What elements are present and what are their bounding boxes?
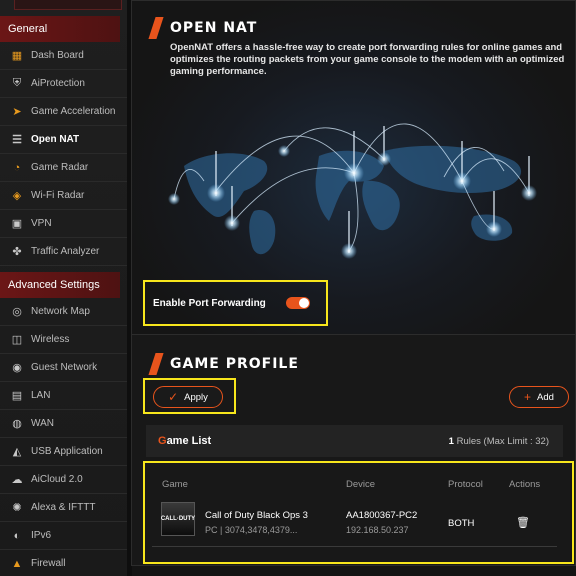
game-list-title: Game List bbox=[158, 435, 212, 447]
sidebar-item-aicloud[interactable]: ☁ AiCloud 2.0 bbox=[0, 466, 127, 494]
wifi-radar-icon: ◈ bbox=[12, 190, 22, 202]
sidebar-item-label: WAN bbox=[31, 418, 54, 429]
row-divider bbox=[152, 546, 557, 547]
sidebar-item-label: Open NAT bbox=[31, 134, 80, 145]
title-accent-bar bbox=[148, 17, 164, 39]
sidebar-item-lan[interactable]: ▤ LAN bbox=[0, 382, 127, 410]
sidebar-item-label: IPv6 bbox=[31, 530, 52, 541]
dashboard-icon: ▦ bbox=[11, 50, 23, 62]
column-header-actions: Actions bbox=[509, 479, 541, 490]
device-ip: 192.168.50.237 bbox=[346, 525, 409, 535]
sidebar-item-game-radar[interactable]: ◔ Game Radar bbox=[0, 154, 127, 182]
sidebar-item-label: Dash Board bbox=[31, 50, 84, 61]
title-accent-bar bbox=[148, 353, 164, 375]
sidebar-item-vpn[interactable]: ▣ VPN bbox=[0, 210, 127, 238]
add-button[interactable]: + Add bbox=[509, 386, 569, 408]
column-header-device: Device bbox=[346, 479, 376, 490]
wan-icon: ◍ bbox=[12, 418, 22, 430]
game-thumbnail: CALL·DUTY bbox=[161, 502, 195, 536]
sidebar-item-label: Game Radar bbox=[31, 162, 89, 173]
aiprotection-icon: ⛨ bbox=[12, 77, 22, 89]
sidebar-item-ipv6[interactable]: ◐ IPv6 bbox=[0, 522, 127, 550]
sidebar-item-label: Wi-Fi Radar bbox=[31, 190, 85, 201]
enable-port-forwarding-label: Enable Port Forwarding bbox=[153, 298, 266, 309]
vpn-icon: ▣ bbox=[11, 218, 23, 230]
cloud-icon: ☁ bbox=[11, 474, 23, 486]
sidebar-item-dashboard[interactable]: ▦ Dash Board bbox=[0, 42, 127, 70]
sidebar-item-aiprotection[interactable]: ⛨ AiProtection bbox=[0, 70, 127, 98]
guest-network-icon: ◉ bbox=[12, 362, 22, 374]
sidebar-item-wireless[interactable]: ◫ Wireless bbox=[0, 326, 127, 354]
sidebar-item-label: Wireless bbox=[31, 334, 70, 345]
usb-icon: ◭ bbox=[12, 446, 22, 458]
open-nat-description: OpenNAT offers a hassle-free way to crea… bbox=[170, 42, 565, 77]
sidebar-item-usb-application[interactable]: ◭ USB Application bbox=[0, 438, 127, 466]
rocket-icon: ➤ bbox=[12, 106, 22, 118]
sidebar-item-wifi-radar[interactable]: ◈ Wi-Fi Radar bbox=[0, 182, 127, 210]
sidebar-section-general: General bbox=[0, 16, 120, 42]
plus-icon: + bbox=[524, 390, 532, 404]
sidebar-top-cap bbox=[14, 0, 122, 10]
sidebar-item-label: Guest Network bbox=[31, 362, 98, 373]
ipv6-icon: ◐ bbox=[13, 529, 21, 542]
sidebar-item-alexa-ifttt[interactable]: ✺ Alexa & IFTTT bbox=[0, 494, 127, 522]
sidebar-item-guest-network[interactable]: ◉ Guest Network bbox=[0, 354, 127, 382]
section-title: GAME PROFILE bbox=[170, 356, 299, 372]
sidebar-item-traffic-analyzer[interactable]: ✤ Traffic Analyzer bbox=[0, 238, 127, 266]
game-name: Call of Duty Black Ops 3 bbox=[205, 510, 308, 521]
sidebar-item-network-map[interactable]: ◎ Network Map bbox=[0, 298, 127, 326]
world-map-illustration bbox=[168, 123, 537, 259]
open-nat-icon: ☰ bbox=[12, 134, 22, 146]
sidebar-item-label: Traffic Analyzer bbox=[31, 246, 100, 257]
wireless-icon: ◫ bbox=[11, 334, 23, 346]
open-nat-panel: OPEN NAT OpenNAT offers a hassle-free wa… bbox=[131, 0, 576, 335]
apply-button[interactable]: ✓ Apply bbox=[153, 386, 223, 408]
sidebar-item-label: USB Application bbox=[31, 446, 103, 457]
column-header-protocol: Protocol bbox=[448, 479, 483, 490]
toggle-knob bbox=[299, 298, 309, 308]
sidebar-item-label: AiProtection bbox=[31, 78, 85, 89]
game-list-header: Game List 1 Rules (Max Limit : 32) bbox=[146, 425, 563, 457]
protocol-value: BOTH bbox=[448, 518, 475, 529]
radar-icon: ◔ bbox=[13, 161, 21, 174]
sidebar-item-open-nat[interactable]: ☰ Open NAT bbox=[0, 126, 127, 154]
traffic-analyzer-icon: ✤ bbox=[12, 246, 22, 258]
game-profile-panel: GAME PROFILE ✓ Apply + Add Game List 1 R… bbox=[131, 334, 576, 566]
sidebar-item-label: Network Map bbox=[31, 306, 90, 317]
sidebar-section-advanced-settings: Advanced Settings bbox=[0, 272, 120, 298]
sidebar: General ▦ Dash Board ⛨ AiProtection ➤ Ga… bbox=[0, 0, 127, 576]
device-name: AA1800367-PC2 bbox=[346, 510, 418, 521]
sidebar-item-label: Alexa & IFTTT bbox=[31, 502, 96, 513]
sidebar-item-firewall[interactable]: ▲ Firewall bbox=[0, 550, 127, 576]
sidebar-item-game-acceleration[interactable]: ➤ Game Acceleration bbox=[0, 98, 127, 126]
firewall-icon: ▲ bbox=[11, 557, 23, 570]
sidebar-item-label: AiCloud 2.0 bbox=[31, 474, 83, 485]
alexa-icon: ✺ bbox=[12, 502, 22, 514]
add-button-label: Add bbox=[537, 391, 554, 403]
trash-icon[interactable]: 🗑 bbox=[516, 516, 530, 529]
apply-button-label: Apply bbox=[184, 391, 208, 403]
page-title: OPEN NAT bbox=[170, 20, 258, 36]
network-map-icon: ◎ bbox=[12, 306, 22, 318]
port-forwarding-toggle[interactable] bbox=[286, 297, 310, 309]
sidebar-item-label: Game Acceleration bbox=[31, 106, 116, 117]
game-ports: PC | 3074,3478,4379... bbox=[205, 525, 298, 535]
rule-count: 1 Rules (Max Limit : 32) bbox=[448, 435, 549, 447]
column-header-game: Game bbox=[162, 479, 188, 490]
sidebar-item-label: VPN bbox=[31, 218, 52, 229]
sidebar-item-wan[interactable]: ◍ WAN bbox=[0, 410, 127, 438]
sidebar-item-label: Firewall bbox=[31, 558, 66, 569]
sidebar-item-label: LAN bbox=[31, 390, 51, 401]
lan-icon: ▤ bbox=[11, 390, 23, 402]
checkmark-icon: ✓ bbox=[168, 390, 179, 404]
